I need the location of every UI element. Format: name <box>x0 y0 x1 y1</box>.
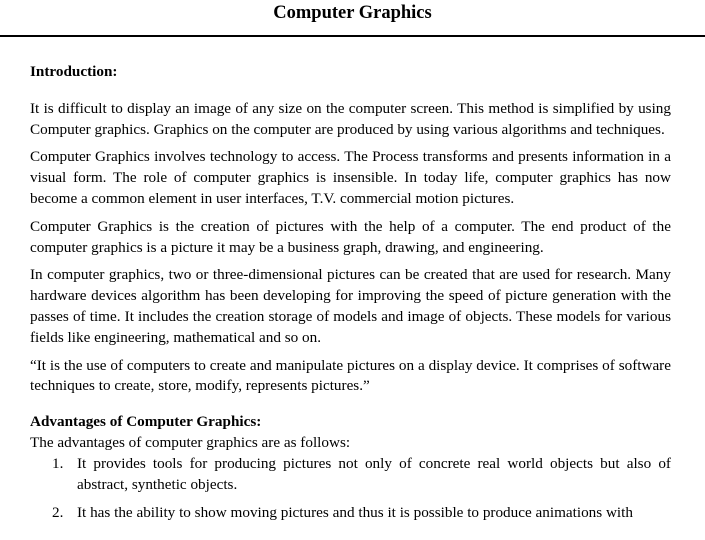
advantage-item-2: 2. It has the ability to show moving pic… <box>30 503 671 524</box>
definition-quote: “It is the use of computers to create an… <box>30 356 671 395</box>
advantages-heading: Advantages of Computer Graphics: <box>30 413 262 431</box>
advantages-list: 1. It provides tools for producing pictu… <box>30 454 671 524</box>
intro-paragraph-3: Computer Graphics is the creation of pic… <box>30 217 671 256</box>
document-title: Computer Graphics <box>273 3 432 23</box>
advantage-number: 1. <box>52 454 64 472</box>
intro-paragraph-2: Computer Graphics involves technology to… <box>30 148 671 207</box>
introduction-heading: Introduction: <box>30 63 118 80</box>
advantage-text: It provides tools for producing pictures… <box>77 454 671 493</box>
title-divider <box>0 35 705 37</box>
intro-paragraph-1: It is difficult to display an image of a… <box>30 99 671 138</box>
intro-paragraph-4: In computer graphics, two or three-dimen… <box>30 266 671 346</box>
advantage-text: It has the ability to show moving pictur… <box>77 504 633 522</box>
advantage-number: 2. <box>52 504 64 522</box>
advantages-intro: The advantages of computer graphics are … <box>30 433 351 451</box>
document-body: Introduction: It is difficult to display… <box>30 62 671 532</box>
advantage-item-1: 1. It provides tools for producing pictu… <box>30 454 671 496</box>
